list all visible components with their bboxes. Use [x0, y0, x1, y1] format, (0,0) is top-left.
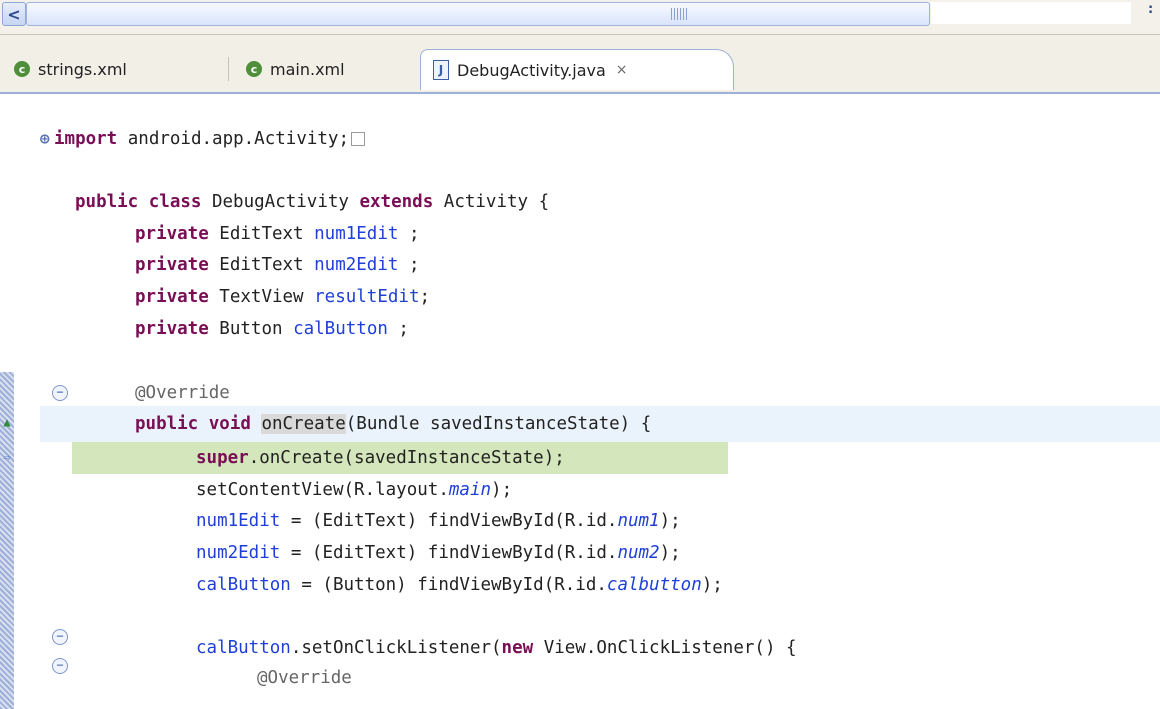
editor-tab-bar: c strings.xml c main.xml J DebugActivity… [0, 35, 1160, 94]
scroll-left-arrow-icon[interactable]: < [2, 2, 26, 26]
static-field: num1 [617, 511, 660, 531]
code-text: ); [659, 511, 681, 531]
code-text: Activity { [433, 192, 550, 212]
field-name: calButton [293, 319, 388, 339]
code-line-annotation[interactable]: @Override [257, 662, 352, 694]
code-text: ); [659, 543, 681, 563]
tab-strings-xml[interactable]: c strings.xml [0, 49, 127, 89]
code-text: ; [398, 224, 420, 244]
field-name: calButton [196, 638, 291, 658]
code-line-class-decl[interactable]: public class DebugActivity extends Activ… [75, 186, 549, 218]
code-text: ; [419, 287, 431, 307]
code-text: ); [491, 480, 513, 500]
keyword: private [135, 224, 209, 244]
tab-label: DebugActivity.java [457, 60, 606, 80]
static-field: num2 [617, 543, 660, 563]
horizontal-scrollbar[interactable]: < : [0, 0, 1160, 35]
keyword: public void [135, 414, 251, 434]
code-text: Button [208, 319, 294, 339]
code-line-field[interactable]: private EditText num2Edit ; [135, 249, 420, 281]
field-name: num2Edit [196, 543, 281, 563]
code-editor[interactable]: ▲ ⇨ − − − ⊕ import android.app.Activity; … [0, 94, 1160, 709]
static-field: calbutton [606, 575, 702, 595]
xml-file-icon: c [14, 61, 30, 77]
code-line-statement[interactable]: num1Edit = (EditText) findViewById(R.id.… [196, 505, 681, 537]
keyword: private [135, 255, 209, 275]
debug-current-frame-icon: ▲ [3, 415, 11, 429]
instruction-pointer-icon: ⇨ [3, 450, 11, 464]
keyword: import [54, 129, 118, 149]
keyword: private [135, 287, 209, 307]
static-field: main [448, 480, 492, 500]
tab-divider [228, 57, 229, 81]
xml-file-icon: c [246, 61, 262, 77]
scroll-right-arrow-icon[interactable]: : [1148, 2, 1160, 24]
code-text: = (EditText) findViewById(R.id. [280, 543, 618, 563]
code-line-import[interactable]: ⊕ import android.app.Activity; [40, 123, 366, 155]
tab-debugactivity-java[interactable]: J DebugActivity.java × [420, 49, 734, 90]
tab-main-xml[interactable]: c main.xml [232, 49, 345, 89]
code-text: .setOnClickListener( [290, 638, 502, 658]
code-text: EditText [208, 224, 315, 244]
code-line-statement[interactable]: setContentView(R.layout.main); [196, 474, 512, 506]
code-text: setContentView(R.layout. [196, 480, 449, 500]
keyword: public class [75, 192, 202, 212]
field-name: resultEdit [314, 287, 420, 307]
code-text: (Bundle savedInstanceState) { [345, 414, 652, 434]
code-line-super-call[interactable]: super.onCreate(savedInstanceState); [196, 442, 565, 474]
scrollbar-grip-icon [671, 8, 689, 20]
code-text: ; [387, 319, 409, 339]
collapsed-imports-icon[interactable] [351, 132, 366, 146]
code-text: = (EditText) findViewById(R.id. [280, 511, 618, 531]
field-name: calButton [196, 575, 291, 595]
code-line-field[interactable]: private EditText num1Edit ; [135, 218, 420, 250]
code-text: TextView [208, 287, 315, 307]
code-text: ); [701, 575, 723, 595]
code-text: = (Button) findViewById(R.id. [290, 575, 607, 595]
code-text: .onCreate(savedInstanceState); [248, 448, 565, 468]
scrollbar-blank-area [931, 2, 1131, 24]
fold-plus-icon[interactable]: ⊕ [40, 123, 54, 155]
java-file-icon: J [433, 60, 449, 80]
code-text: EditText [208, 255, 315, 275]
close-tab-icon[interactable]: × [616, 62, 628, 78]
keyword: private [135, 319, 209, 339]
code-line-statement[interactable]: calButton.setOnClickListener(new View.On… [196, 632, 797, 664]
fold-minus-icon[interactable]: − [52, 629, 68, 645]
field-name: num1Edit [314, 224, 399, 244]
code-line-method-decl[interactable]: public void onCreate(Bundle savedInstanc… [135, 408, 651, 440]
keyword: new [501, 638, 534, 658]
field-name: num2Edit [314, 255, 399, 275]
field-name: num1Edit [196, 511, 281, 531]
code-text: ; [398, 255, 420, 275]
tab-label: main.xml [270, 59, 345, 79]
code-line-annotation[interactable]: @Override [135, 377, 230, 409]
fold-minus-icon[interactable]: − [52, 658, 68, 674]
tab-label: strings.xml [38, 59, 127, 79]
fold-minus-icon[interactable]: − [52, 385, 68, 401]
code-line-field[interactable]: private Button calButton ; [135, 313, 409, 345]
scrollbar-thumb[interactable] [26, 2, 930, 26]
keyword: super [196, 448, 249, 468]
code-text: View.OnClickListener() { [533, 638, 797, 658]
code-line-statement[interactable]: calButton = (Button) findViewById(R.id.c… [196, 569, 723, 601]
annotation: @Override [135, 383, 230, 403]
highlighted-occurrence: onCreate [261, 414, 346, 434]
code-line-statement[interactable]: num2Edit = (EditText) findViewById(R.id.… [196, 537, 681, 569]
code-line-field[interactable]: private TextView resultEdit; [135, 281, 430, 313]
code-text: android.app.Activity; [117, 129, 350, 149]
code-text: DebugActivity [201, 192, 360, 212]
keyword: extends [359, 192, 434, 212]
annotation: @Override [257, 668, 352, 688]
